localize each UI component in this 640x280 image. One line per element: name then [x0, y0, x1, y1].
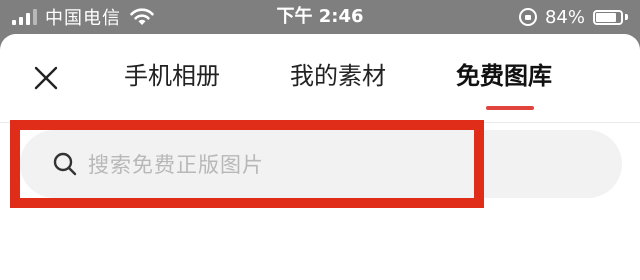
rotation-lock-icon [518, 8, 537, 26]
status-bar: 中国电信 下午 2:46 84% [0, 0, 640, 34]
close-icon [34, 66, 58, 90]
search-input[interactable]: 搜索免费正版图片 [52, 138, 452, 190]
tab-phone-album[interactable]: 手机相册 [124, 58, 220, 94]
battery-icon [593, 9, 623, 25]
picker-sheet: 手机相册 我的素材 免费图库 搜索免费正版图片 [0, 34, 640, 280]
close-button[interactable] [28, 60, 64, 96]
tab-free-gallery[interactable]: 免费图库 [456, 58, 552, 94]
active-tab-indicator [486, 106, 534, 110]
status-right: 84% [518, 4, 628, 30]
search-placeholder: 搜索免费正版图片 [88, 153, 264, 177]
battery-percent: 84% [544, 6, 585, 28]
tab-bar: 手机相册 我的素材 免费图库 [0, 34, 640, 123]
battery-fill [596, 12, 617, 22]
tab-my-materials[interactable]: 我的素材 [290, 58, 386, 94]
battery-tip [625, 14, 628, 20]
search-icon [53, 152, 77, 176]
